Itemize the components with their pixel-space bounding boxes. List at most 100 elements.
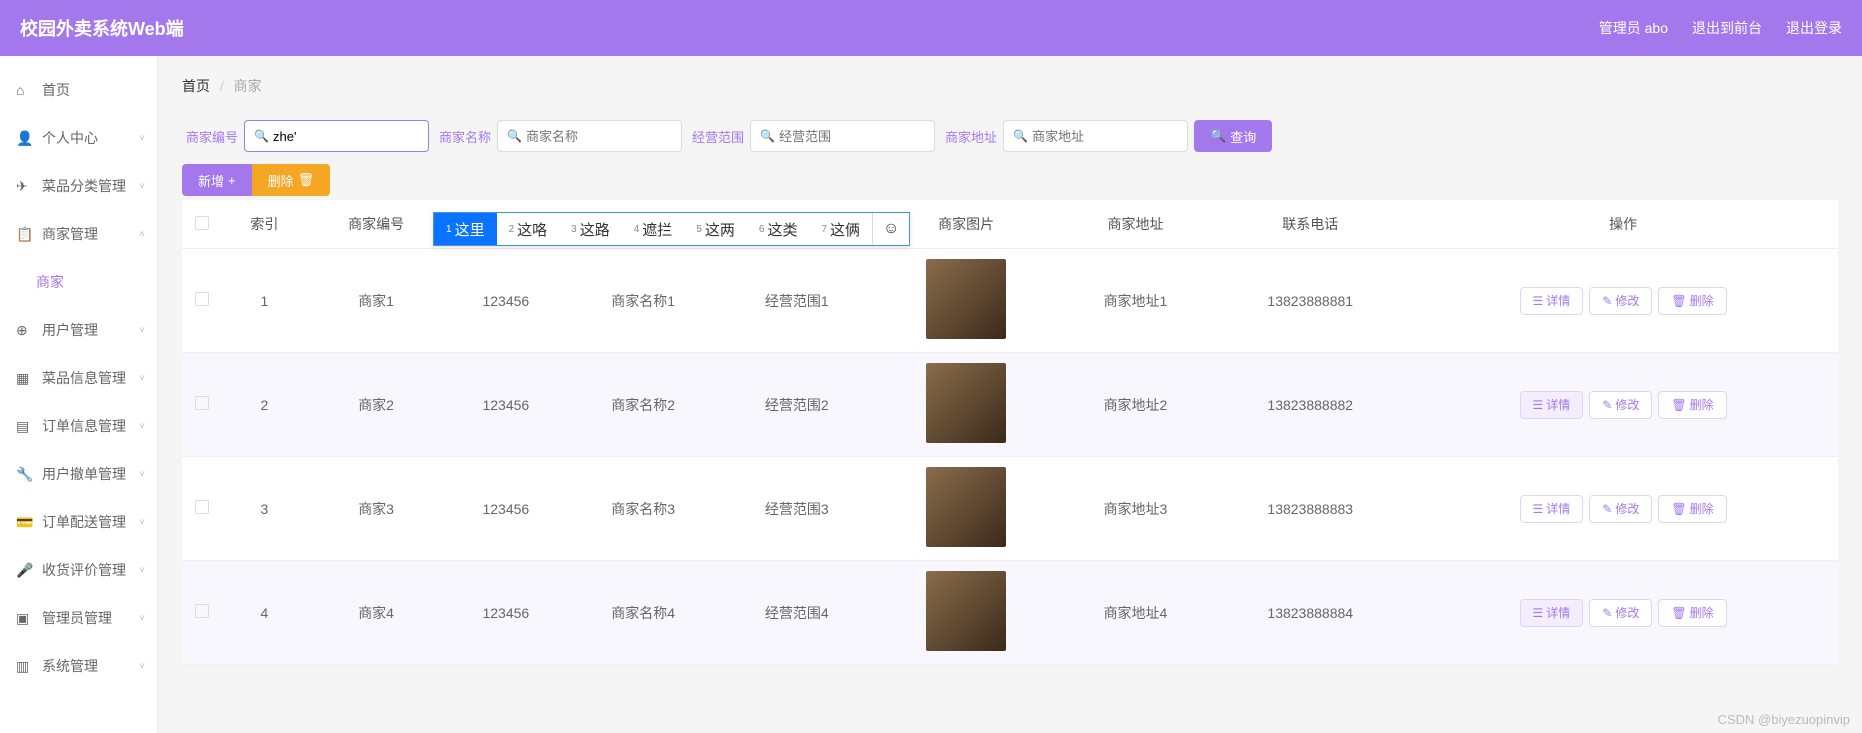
delete-button[interactable]: 🗑 删除: [1658, 495, 1726, 523]
edit-button[interactable]: ✎ 修改: [1589, 287, 1652, 315]
sidebar-item-label: 菜品信息管理: [42, 368, 126, 388]
ime-candidate[interactable]: 2这咯: [497, 213, 560, 245]
delete-button[interactable]: 🗑 删除: [1658, 287, 1726, 315]
thumbnail[interactable]: [926, 571, 1006, 651]
cell-code: 商家3: [307, 457, 446, 561]
plus-icon: +: [228, 173, 236, 188]
delete-button[interactable]: 🗑 删除: [1658, 391, 1726, 419]
sidebar-item-label: 商家: [36, 272, 64, 292]
trash-icon: 🗑: [1671, 502, 1686, 516]
detail-icon: ☰: [1533, 606, 1544, 620]
grid-icon: ▦: [16, 370, 32, 387]
cell-code: 商家4: [307, 561, 446, 665]
cell-name: 商家名称3: [566, 457, 720, 561]
sidebar-item-管理员管理[interactable]: ▣管理员管理˅: [0, 594, 157, 642]
add-button[interactable]: 新增 +: [182, 164, 252, 196]
table-header: 索引: [222, 200, 307, 249]
cell-index: 4: [222, 561, 307, 665]
cell-image: [874, 561, 1059, 665]
checkbox[interactable]: [195, 396, 209, 410]
breadcrumb-home[interactable]: 首页: [182, 78, 210, 94]
action-row: 新增 + 删除 🗑: [182, 164, 1838, 196]
sidebar-item-订单配送管理[interactable]: 💳订单配送管理˅: [0, 498, 157, 546]
search-icon: 🔍: [1210, 128, 1226, 144]
sidebar-item-label: 首页: [42, 80, 70, 100]
ime-candidate[interactable]: 7这俩: [809, 213, 872, 245]
detail-button[interactable]: ☰ 详情: [1520, 495, 1584, 523]
thumbnail[interactable]: [926, 259, 1006, 339]
sidebar-item-用户撤单管理[interactable]: 🔧用户撤单管理˅: [0, 450, 157, 498]
ime-candidate[interactable]: 1这里: [434, 213, 497, 245]
sidebar-item-label: 用户管理: [42, 320, 98, 340]
sidebar-item-订单信息管理[interactable]: ▤订单信息管理˅: [0, 402, 157, 450]
thumbnail[interactable]: [926, 467, 1006, 547]
edit-button[interactable]: ✎ 修改: [1589, 599, 1652, 627]
ime-candidate[interactable]: 5这两: [684, 213, 747, 245]
table-row: 2商家2123456商家名称2经营范围2商家地址213823888882☰ 详情…: [182, 353, 1838, 457]
cell-phone: 13823888882: [1212, 353, 1408, 457]
detail-button[interactable]: ☰ 详情: [1520, 287, 1584, 315]
cell-name: 商家名称2: [566, 353, 720, 457]
search-icon: 🔍: [507, 129, 522, 143]
header-right: 管理员 abo 退出到前台 退出登录: [1599, 18, 1842, 38]
sidebar-item-首页[interactable]: ⌂首页: [0, 66, 157, 114]
checkbox[interactable]: [195, 500, 209, 514]
to-front-link[interactable]: 退出到前台: [1692, 18, 1762, 38]
sidebar-item-label: 菜品分类管理: [42, 176, 126, 196]
sidebar-item-菜品分类管理[interactable]: ✈菜品分类管理˅: [0, 162, 157, 210]
smile-icon[interactable]: ☺: [872, 213, 909, 245]
clipboard-icon: 📋: [16, 226, 32, 243]
delete-button[interactable]: 🗑 删除: [1658, 599, 1726, 627]
detail-icon: ☰: [1533, 294, 1544, 308]
cell-addr: 商家地址2: [1059, 353, 1213, 457]
sidebar-item-商家管理[interactable]: 📋商家管理˄: [0, 210, 157, 258]
checkbox[interactable]: [195, 604, 209, 618]
filter-addr-input[interactable]: [1003, 120, 1188, 152]
sidebar-item-菜品信息管理[interactable]: ▦菜品信息管理˅: [0, 354, 157, 402]
sidebar-item-系统管理[interactable]: ▥系统管理˅: [0, 642, 157, 690]
delete-button[interactable]: 删除 🗑: [252, 164, 331, 196]
ime-candidate[interactable]: 6这类: [747, 213, 810, 245]
filter-scope-input[interactable]: [750, 120, 935, 152]
filter-name-input[interactable]: [497, 120, 682, 152]
user-icon: 👤: [16, 130, 32, 147]
edit-icon: ✎: [1602, 502, 1612, 516]
sidebar-item-收货评价管理[interactable]: 🎤 收货评价管理 ˅: [0, 546, 157, 594]
ime-candidate[interactable]: 3这路: [559, 213, 622, 245]
sidebar-item-label: 收货评价管理: [42, 560, 126, 580]
cell-index: 1: [222, 249, 307, 353]
sidebar-item-个人中心[interactable]: 👤个人中心˅: [0, 114, 157, 162]
search-icon: 🔍: [254, 129, 269, 143]
filter-code-label: 商家编号: [186, 127, 238, 146]
logout-link[interactable]: 退出登录: [1786, 18, 1842, 38]
sidebar-item-label: 商家管理: [42, 224, 98, 244]
chevron-icon: ˅: [139, 613, 145, 624]
detail-button[interactable]: ☰ 详情: [1520, 391, 1584, 419]
layers-icon: ▣: [16, 610, 32, 627]
chevron-icon: ˅: [139, 565, 145, 576]
edit-icon: ✎: [1602, 398, 1612, 412]
filter-addr-label: 商家地址: [945, 127, 997, 146]
search-button[interactable]: 🔍 查询: [1194, 120, 1272, 152]
table-header: 商家地址: [1059, 200, 1213, 249]
sidebar-item-商家[interactable]: 商家: [0, 258, 157, 306]
thumbnail[interactable]: [926, 363, 1006, 443]
cell-phone: 13823888884: [1212, 561, 1408, 665]
mic-icon: 🎤: [16, 562, 32, 579]
edit-button[interactable]: ✎ 修改: [1589, 391, 1652, 419]
checkbox[interactable]: [195, 216, 209, 230]
trash-icon: 🗑: [298, 172, 315, 188]
filter-code-input[interactable]: [244, 120, 429, 152]
sidebar-item-用户管理[interactable]: ⊕用户管理˅: [0, 306, 157, 354]
detail-icon: ☰: [1533, 502, 1544, 516]
ime-candidate[interactable]: 4遮拦: [622, 213, 685, 245]
chevron-icon: ˅: [139, 517, 145, 528]
cell-scope: 经营范围2: [720, 353, 874, 457]
main-content: 首页 / 商家 商家编号 🔍 商家名称 🔍 经营范围 🔍 商家地址 🔍: [158, 56, 1862, 733]
sidebar-item-label: 个人中心: [42, 128, 98, 148]
cell-pwd: 123456: [445, 353, 566, 457]
edit-button[interactable]: ✎ 修改: [1589, 495, 1652, 523]
detail-button[interactable]: ☰ 详情: [1520, 599, 1584, 627]
admin-label[interactable]: 管理员 abo: [1599, 18, 1668, 38]
checkbox[interactable]: [195, 292, 209, 306]
